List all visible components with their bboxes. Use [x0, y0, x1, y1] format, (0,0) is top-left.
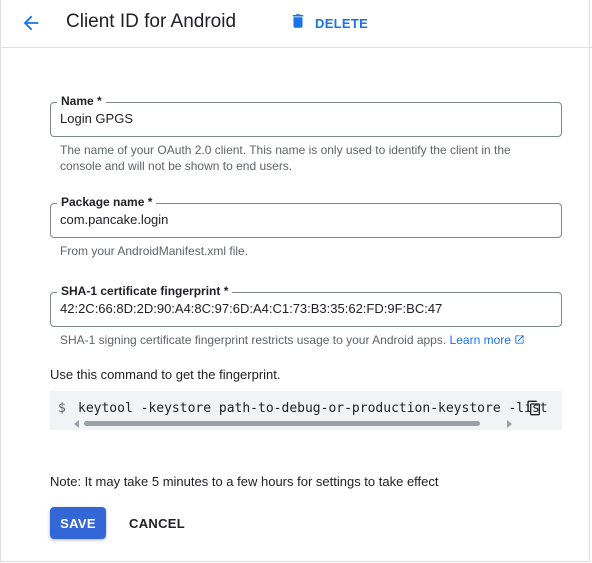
delete-label: DELETE — [315, 15, 369, 31]
package-name-field-label: Package name * — [57, 195, 157, 209]
sha1-field[interactable]: SHA-1 certificate fingerprint * — [50, 284, 562, 327]
arrow-back-icon[interactable] — [20, 12, 42, 34]
sha1-help: SHA-1 signing certificate fingerprint re… — [60, 332, 525, 348]
page-header: Client ID for Android DELETE — [0, 0, 592, 48]
name-help-line2: console and will not be shown to end use… — [60, 159, 293, 173]
learn-more-label: Learn more — [449, 333, 511, 347]
command-block: $ keytool -keystore path-to-debug-or-pro… — [50, 391, 562, 430]
name-input[interactable] — [60, 111, 550, 126]
trash-icon — [289, 11, 307, 36]
command-intro: Use this command to get the fingerprint. — [50, 367, 281, 382]
save-button[interactable]: SAVE — [50, 507, 106, 539]
copy-icon[interactable] — [526, 399, 542, 417]
name-help: The name of your OAuth 2.0 client. This … — [60, 142, 511, 174]
name-field-label: Name * — [57, 94, 106, 108]
command-text: keytool -keystore path-to-debug-or-produ… — [78, 401, 548, 416]
scroll-right-arrow-icon[interactable] — [507, 420, 512, 428]
sha1-input[interactable] — [60, 301, 550, 316]
delete-button[interactable]: DELETE — [289, 12, 368, 34]
horizontal-scrollbar[interactable] — [74, 420, 512, 428]
scroll-left-arrow-icon[interactable] — [74, 420, 79, 428]
cancel-button[interactable]: CANCEL — [123, 507, 187, 539]
learn-more-link[interactable]: Learn more — [450, 333, 526, 347]
page-title: Client ID for Android — [66, 11, 237, 32]
sha1-field-label: SHA-1 certificate fingerprint * — [57, 284, 233, 298]
name-help-line1: The name of your OAuth 2.0 client. This … — [60, 143, 511, 157]
name-field[interactable]: Name * — [50, 94, 562, 137]
open-in-new-icon — [514, 333, 525, 347]
command-prompt: $ — [58, 401, 66, 416]
package-name-field[interactable]: Package name * — [50, 195, 562, 238]
scroll-thumb[interactable] — [84, 421, 480, 426]
sha1-help-text: SHA-1 signing certificate fingerprint re… — [60, 333, 447, 347]
package-name-input[interactable] — [60, 212, 550, 227]
settings-note: Note: It may take 5 minutes to a few hou… — [50, 474, 439, 489]
package-name-help: From your AndroidManifest.xml file. — [60, 244, 249, 258]
